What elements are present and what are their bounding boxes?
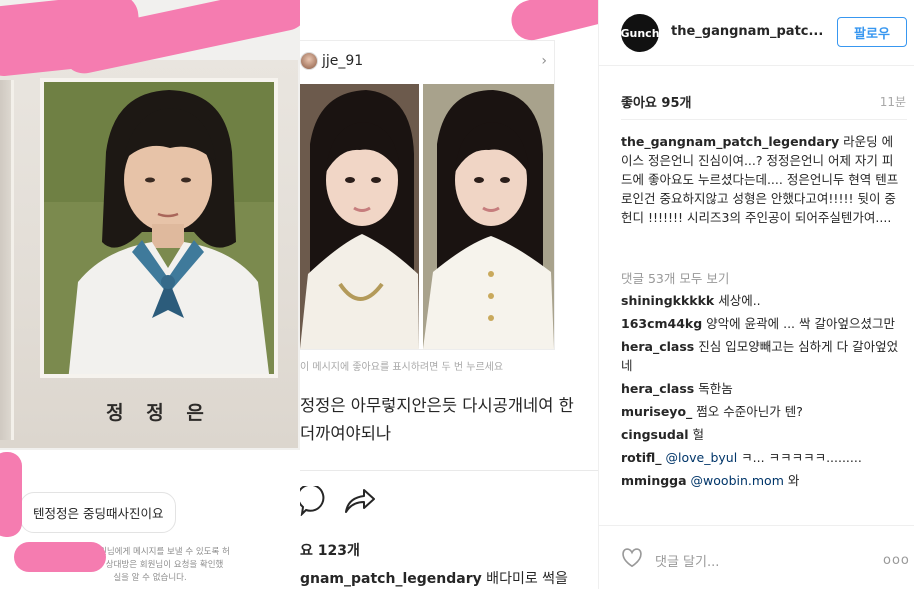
add-comment-input[interactable]: 댓글 달기... (655, 551, 719, 570)
view-all-comments-link[interactable]: 댓글 53개 모두 보기 (621, 268, 729, 287)
post-actions (300, 483, 380, 517)
post-header: Gunch the_gangnam_patc... 팔로우 (599, 0, 914, 66)
post-detail-panel: Gunch the_gangnam_patc... 팔로우 좋아요 95개 11… (598, 0, 914, 589)
dm-caption: 정정은 아무렇지안은듯 다시공개네여 한 더까여야되나 (300, 392, 598, 448)
divider (621, 119, 907, 120)
comment-text: 헐 (688, 427, 705, 442)
post-photo-left (300, 84, 419, 349)
redaction-mark (14, 542, 106, 572)
comment-username[interactable]: mmingga (621, 473, 687, 488)
comment-username[interactable]: cingsudal (621, 427, 689, 442)
avatar-logo-text: Gunch (620, 26, 660, 40)
follow-button[interactable]: 팔로우 (837, 17, 907, 47)
caption-text: 배다미로 썩을 (481, 571, 568, 587)
more-options-icon[interactable]: ooo (883, 553, 910, 568)
divider (300, 470, 598, 471)
post-username[interactable]: jje_91 (322, 53, 363, 69)
comment-text: 쩜오 수준아닌가 텐? (692, 404, 803, 419)
comment-username[interactable]: shiningkkkkk (621, 293, 714, 308)
yearbook-page: 정 정 은 (0, 60, 298, 448)
dm-caption-line: 더까여야되나 (300, 424, 392, 443)
comment-mention[interactable]: @love_byul (662, 450, 738, 465)
yearbook-photo (40, 78, 278, 378)
comment-item: rotifl_ @love_byul ㅋ... ㅋㅋㅋㅋㅋ......... (621, 448, 903, 467)
comment-item: cingsudal 헐 (621, 425, 903, 444)
like-count[interactable]: 요 123개 (300, 540, 360, 560)
double-tap-hint: 이 메시지에 좋아요를 표시하려면 두 번 누르세요 (300, 362, 504, 373)
like-count[interactable]: 좋아요 95개 (621, 92, 691, 111)
share-icon[interactable] (345, 489, 375, 513)
dm-caption-line: 정정은 아무렇지안은듯 다시공개네여 한 (300, 396, 574, 415)
comment-item: hera_class 독한놈 (621, 379, 903, 398)
avatar[interactable] (300, 52, 318, 70)
divider (599, 525, 914, 526)
comment-username[interactable]: muriseyo_ (621, 404, 692, 419)
yearbook-name-plate: 정 정 은 (106, 402, 212, 424)
comment-text: ㅋ... ㅋㅋㅋㅋㅋ......... (737, 450, 862, 465)
yearbook-screenshot-panel: 정 정 은 텐정정은 중딩때사진이요 규 이 회원님에게 메시지를 보낼 수 있… (0, 0, 300, 589)
shared-post-header[interactable]: jje_91 › (300, 41, 555, 83)
post-caption: the_gangnam_patch_legendary 라운딩 에이스 정은언니… (621, 132, 903, 227)
comment-item: mmingga @woobin.mom 와 (621, 471, 903, 490)
shared-post-card[interactable]: jje_91 › (300, 40, 555, 350)
post-caption: gnam_patch_legendary 배다미로 썩을 (300, 568, 568, 588)
comment-mention[interactable]: @woobin.mom (687, 473, 784, 488)
post-timestamp[interactable]: 11분 (880, 93, 906, 110)
comment-item: muriseyo_ 쩜오 수준아닌가 텐? (621, 402, 903, 421)
comment-item: 163cm44kg 양악에 윤곽에 ... 싹 갈아엎으셨그만 (621, 314, 903, 333)
account-username[interactable]: the_gangnam_patc... (671, 24, 823, 39)
caption-username[interactable]: gnam_patch_legendary (300, 571, 482, 587)
comment-text: 양악에 윤곽에 ... 싹 갈아엎으셨그만 (702, 316, 895, 331)
dm-message-bubble[interactable]: 텐정정은 중딩때사진이요 (20, 492, 177, 533)
avatar[interactable]: Gunch (620, 14, 660, 52)
comment-username[interactable]: 163cm44kg (621, 316, 702, 331)
comment-text: 세상에.. (714, 293, 761, 308)
comment-item: hera_class 진심 입모양빼고는 심하게 다 갈아엎었네 (621, 337, 903, 375)
comment-username[interactable]: hera_class (621, 339, 694, 354)
adjacent-photo-edge (0, 80, 14, 440)
redaction-mark (507, 0, 598, 45)
post-photo-right (423, 84, 554, 349)
chevron-right-icon[interactable]: › (541, 53, 547, 69)
comment-item: shiningkkkkk 세상에.. (621, 291, 903, 310)
caption-username[interactable]: the_gangnam_patch_legendary (621, 134, 839, 149)
comment-icon[interactable] (300, 483, 325, 517)
comment-list: shiningkkkkk 세상에.. 163cm44kg 양악에 윤곽에 ...… (621, 291, 903, 523)
comment-username[interactable]: rotifl_ (621, 450, 662, 465)
heart-icon[interactable] (621, 548, 643, 568)
comment-text: 독한놈 (694, 381, 733, 396)
comment-text: 와 (783, 473, 800, 488)
comment-username[interactable]: hera_class (621, 381, 694, 396)
jje91-post-panel: jje_91 › 이 메시지에 좋아요를 표시하려면 두 번 누르세요 정정은 … (300, 0, 598, 589)
redaction-mark (0, 452, 22, 537)
dm-note-line: 실을 알 수 없습니다. (113, 573, 187, 583)
